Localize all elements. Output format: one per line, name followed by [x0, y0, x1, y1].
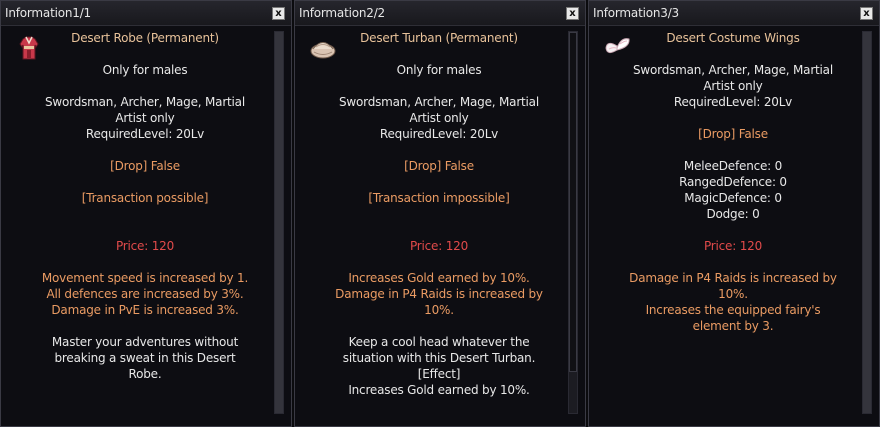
close-icon[interactable]: x — [860, 7, 873, 20]
panel-title: Information2/2 — [299, 6, 385, 20]
info-panel-1: Information1/1 x Desert Robe (Permanent)… — [0, 0, 292, 427]
class-restriction: Artist only — [703, 79, 763, 93]
item-details: Desert Turban (Permanent) Only for males… — [323, 30, 555, 398]
stat-line: MeleeDefence: 0 — [683, 159, 783, 173]
effect-line: All defences are increased by 3%. — [46, 287, 244, 301]
drop-status: [Drop] False — [698, 127, 768, 141]
description-line: situation with this Desert Turban. — [342, 351, 536, 365]
required-level: RequiredLevel: 20Lv — [673, 95, 793, 109]
description-line: Robe. — [128, 367, 162, 381]
item-name: Desert Costume Wings — [666, 31, 800, 45]
price: Price: 120 — [703, 239, 763, 253]
class-restriction: Swordsman, Archer, Mage, Martial — [45, 95, 245, 109]
price: Price: 120 — [115, 239, 175, 253]
stat-line: MagicDefence: 0 — [684, 191, 782, 205]
transaction-status: [Transaction impossible] — [368, 191, 510, 205]
close-icon[interactable]: x — [566, 7, 579, 20]
panel-titlebar[interactable]: Information2/2 x — [295, 1, 585, 26]
description-line: Increases Gold earned by 10%. — [348, 383, 530, 397]
class-restriction: Swordsman, Archer, Mage, Martial — [633, 63, 833, 77]
required-level: RequiredLevel: 20Lv — [379, 127, 499, 141]
info-panel-2: Information2/2 x Desert Turban (Permanen… — [294, 0, 586, 427]
effect-line: Increases Gold earned by 10%. — [348, 271, 530, 285]
panel-titlebar[interactable]: Information3/3 x — [589, 1, 879, 26]
effect-line: Movement speed is increased by 1. — [41, 271, 249, 285]
description-line: Master your adventures without — [51, 335, 239, 349]
effect-line: 10%. — [424, 303, 454, 317]
description-line: [Effect] — [417, 367, 461, 381]
effect-line: Increases the equipped fairy's — [645, 303, 821, 317]
class-restriction: Swordsman, Archer, Mage, Martial — [339, 95, 539, 109]
scrollbar-thumb[interactable] — [569, 32, 577, 372]
panel-titlebar[interactable]: Information1/1 x — [1, 1, 291, 26]
required-level: RequiredLevel: 20Lv — [85, 127, 205, 141]
gender-restriction: Only for males — [396, 63, 482, 77]
drop-status: [Drop] False — [404, 159, 474, 173]
gender-restriction: Only for males — [102, 63, 188, 77]
effect-line: Damage in P4 Raids is increased by — [629, 271, 837, 285]
scrollbar[interactable] — [568, 31, 578, 414]
class-restriction: Artist only — [409, 111, 469, 125]
price: Price: 120 — [409, 239, 469, 253]
info-panel-3: Information3/3 x Desert Costume Wings Sw… — [588, 0, 880, 427]
scrollbar[interactable] — [274, 31, 284, 414]
panel-title: Information3/3 — [593, 6, 679, 20]
panel-title: Information1/1 — [5, 6, 91, 20]
drop-status: [Drop] False — [110, 159, 180, 173]
item-details: Desert Robe (Permanent) Only for males S… — [29, 30, 261, 382]
effect-line: 10%. — [718, 287, 748, 301]
class-restriction: Artist only — [115, 111, 175, 125]
close-icon[interactable]: x — [272, 7, 285, 20]
scrollbar[interactable] — [862, 31, 872, 414]
effect-line: Damage in P4 Raids is increased by — [335, 287, 543, 301]
effect-line: Damage in PvE is increased 3%. — [51, 303, 239, 317]
description-line: breaking a sweat in this Desert — [54, 351, 236, 365]
scrollbar-thumb[interactable] — [275, 32, 283, 413]
scrollbar-thumb[interactable] — [863, 32, 871, 413]
item-name: Desert Turban (Permanent) — [360, 31, 518, 45]
item-name: Desert Robe (Permanent) — [71, 31, 219, 45]
stat-line: RangedDefence: 0 — [679, 175, 787, 189]
effect-line: element by 3. — [692, 319, 774, 333]
transaction-status: [Transaction possible] — [81, 191, 209, 205]
stat-line: Dodge: 0 — [706, 207, 760, 221]
item-details: Desert Costume Wings Swordsman, Archer, … — [617, 30, 849, 334]
description-line: Keep a cool head whatever the — [348, 335, 530, 349]
